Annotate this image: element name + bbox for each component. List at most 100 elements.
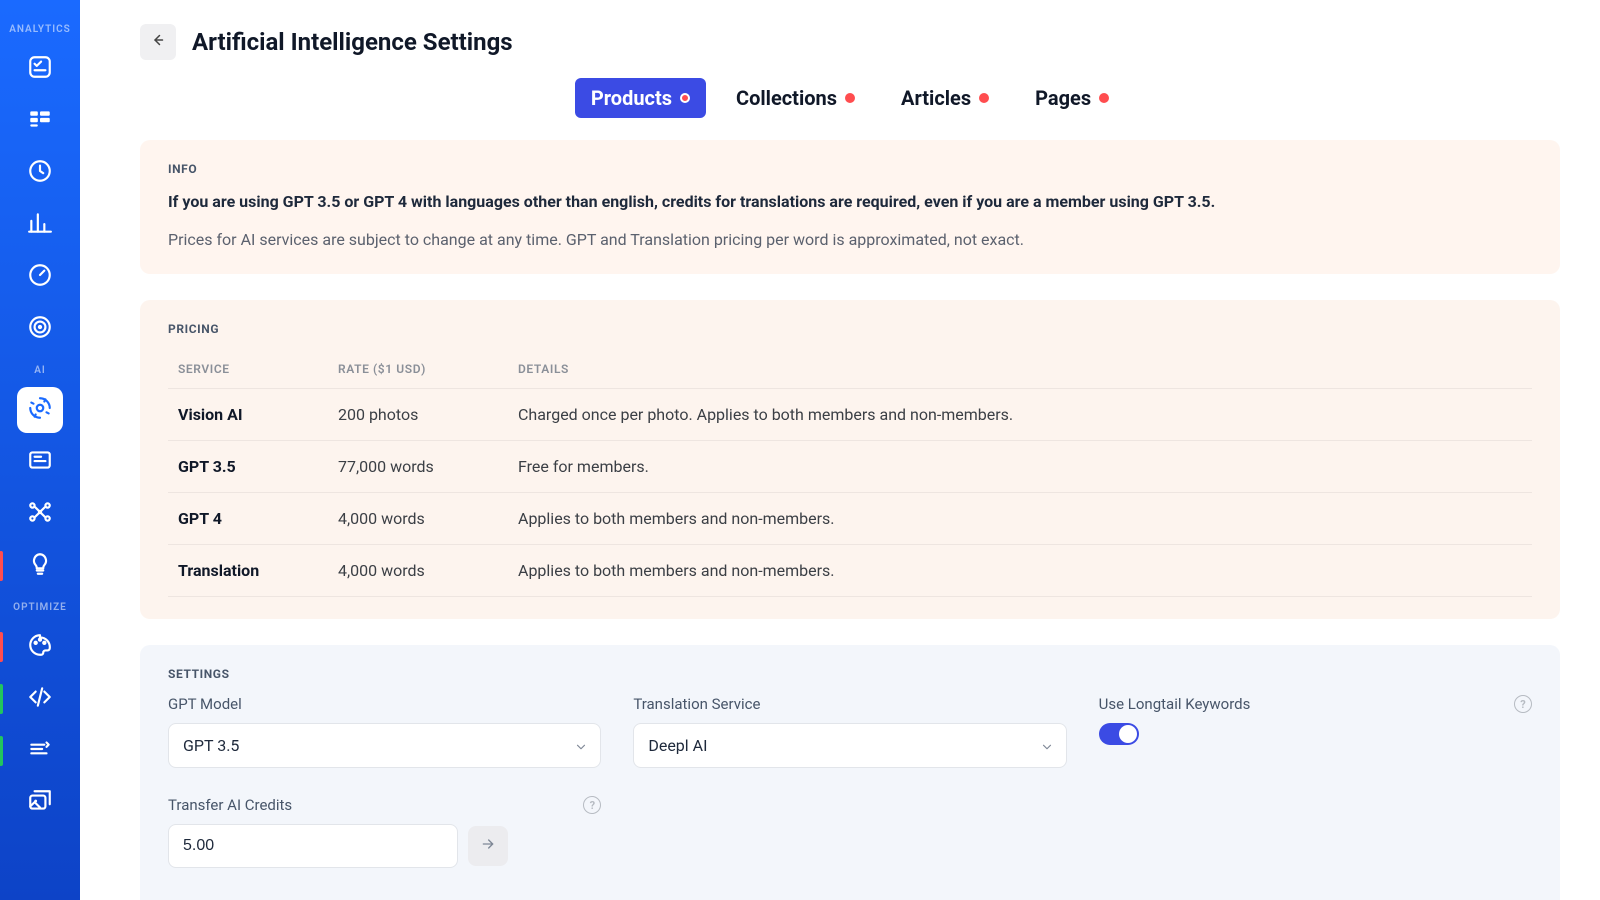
gauge-icon xyxy=(27,262,53,292)
sidebar-item-target[interactable] xyxy=(17,306,63,352)
brain-gear-icon xyxy=(27,395,53,425)
sidebar-item-list[interactable] xyxy=(17,98,63,144)
sidebar-item-layers[interactable] xyxy=(17,728,63,774)
status-dot-icon xyxy=(845,93,855,103)
list-icon xyxy=(27,106,53,136)
sidebar-item-code[interactable] xyxy=(17,676,63,722)
active-bar xyxy=(0,551,3,581)
pricing-panel: PRICING SERVICE RATE ($1 USD) DETAILS Vi… xyxy=(140,300,1560,619)
tab-pages[interactable]: Pages xyxy=(1019,78,1125,118)
chevron-down-icon xyxy=(1040,739,1054,753)
arrow-right-icon xyxy=(480,836,496,856)
page-title: Artificial Intelligence Settings xyxy=(192,28,513,56)
sidebar-item-checklist[interactable] xyxy=(17,46,63,92)
sidebar-group-optimize: OPTIMIZE xyxy=(13,602,67,613)
translation-service-select[interactable]: Deepl AI xyxy=(633,723,1066,768)
images-icon xyxy=(27,788,53,818)
info-sub-text: Prices for AI services are subject to ch… xyxy=(168,228,1532,252)
tab-collections[interactable]: Collections xyxy=(720,78,871,118)
active-bar xyxy=(0,632,3,662)
active-bar xyxy=(0,736,3,766)
arrow-left-icon xyxy=(149,31,167,53)
page-header: Artificial Intelligence Settings xyxy=(140,24,1560,60)
label-text: GPT Model xyxy=(168,695,242,713)
tabs: Products Collections Articles Pages xyxy=(140,78,1560,118)
palette-icon xyxy=(27,632,53,662)
tab-label: Articles xyxy=(901,86,971,110)
bar-chart-icon xyxy=(27,210,53,240)
service-rate: 77,000 words xyxy=(328,441,508,493)
label-text: Use Longtail Keywords xyxy=(1099,695,1251,713)
longtail-toggle[interactable] xyxy=(1099,723,1139,745)
sidebar-item-ai-settings[interactable] xyxy=(17,387,63,433)
service-details: Charged once per photo. Applies to both … xyxy=(508,389,1532,441)
back-button[interactable] xyxy=(140,24,176,60)
sidebar-item-chart[interactable] xyxy=(17,202,63,248)
chevron-down-icon xyxy=(574,739,588,753)
info-panel: INFO If you are using GPT 3.5 or GPT 4 w… xyxy=(140,140,1560,274)
service-name: GPT 4 xyxy=(168,493,328,545)
service-rate: 4,000 words xyxy=(328,545,508,597)
checklist-icon xyxy=(27,54,53,84)
pricing-title: PRICING xyxy=(168,322,1532,336)
status-dot-icon xyxy=(979,93,989,103)
sidebar-item-network[interactable] xyxy=(17,491,63,537)
card-icon xyxy=(27,447,53,477)
field-gpt-model: GPT Model GPT 3.5 xyxy=(168,695,601,768)
tab-label: Collections xyxy=(736,86,837,110)
status-dot-icon xyxy=(1099,93,1109,103)
sidebar-item-palette[interactable] xyxy=(17,624,63,670)
settings-panel: SETTINGS GPT Model GPT 3.5 Translation S… xyxy=(140,645,1560,900)
transfer-credits-input[interactable] xyxy=(168,824,458,868)
label-text: Translation Service xyxy=(633,695,760,713)
tab-articles[interactable]: Articles xyxy=(885,78,1005,118)
transfer-submit-button[interactable] xyxy=(468,826,508,866)
gpt-model-select[interactable]: GPT 3.5 xyxy=(168,723,601,768)
main-content: Artificial Intelligence Settings Product… xyxy=(80,0,1600,900)
label-text: Transfer AI Credits xyxy=(168,796,292,814)
status-dot-icon xyxy=(680,93,690,103)
layers-icon xyxy=(27,736,53,766)
sidebar-item-history[interactable] xyxy=(17,150,63,196)
table-row: GPT 3.5 77,000 words Free for members. xyxy=(168,441,1532,493)
table-row: GPT 4 4,000 words Applies to both member… xyxy=(168,493,1532,545)
service-details: Applies to both members and non-members. xyxy=(508,493,1532,545)
help-icon[interactable]: ? xyxy=(583,796,601,814)
service-details: Applies to both members and non-members. xyxy=(508,545,1532,597)
tab-products[interactable]: Products xyxy=(575,78,706,118)
col-details: DETAILS xyxy=(508,350,1532,389)
info-main-text: If you are using GPT 3.5 or GPT 4 with l… xyxy=(168,190,1532,214)
table-row: Translation 4,000 words Applies to both … xyxy=(168,545,1532,597)
service-rate: 200 photos xyxy=(328,389,508,441)
service-name: Vision AI xyxy=(168,389,328,441)
network-icon xyxy=(27,499,53,529)
tab-label: Pages xyxy=(1035,86,1091,110)
help-icon[interactable]: ? xyxy=(1514,695,1532,713)
field-label: Translation Service xyxy=(633,695,1066,713)
sidebar-item-images[interactable] xyxy=(17,780,63,826)
col-rate: RATE ($1 USD) xyxy=(328,350,508,389)
service-name: GPT 3.5 xyxy=(168,441,328,493)
sidebar-group-analytics: ANALYTICS xyxy=(9,24,71,35)
sidebar-item-card[interactable] xyxy=(17,439,63,485)
service-name: Translation xyxy=(168,545,328,597)
service-details: Free for members. xyxy=(508,441,1532,493)
pricing-table: SERVICE RATE ($1 USD) DETAILS Vision AI … xyxy=(168,350,1532,597)
field-label: Transfer AI Credits ? xyxy=(168,796,601,814)
toggle-knob xyxy=(1119,725,1137,743)
field-longtail: Use Longtail Keywords ? xyxy=(1099,695,1532,768)
settings-title: SETTINGS xyxy=(168,667,1532,681)
field-translation-service: Translation Service Deepl AI xyxy=(633,695,1066,768)
select-value: Deepl AI xyxy=(648,736,707,755)
field-transfer-credits: Transfer AI Credits ? xyxy=(168,796,601,868)
history-icon xyxy=(27,158,53,188)
tab-label: Products xyxy=(591,86,672,110)
col-service: SERVICE xyxy=(168,350,328,389)
sidebar-group-ai: AI xyxy=(34,365,46,376)
select-value: GPT 3.5 xyxy=(183,736,239,755)
field-label: GPT Model xyxy=(168,695,601,713)
service-rate: 4,000 words xyxy=(328,493,508,545)
sidebar-item-idea[interactable] xyxy=(17,543,63,589)
sidebar-item-gauge[interactable] xyxy=(17,254,63,300)
code-icon xyxy=(27,684,53,714)
